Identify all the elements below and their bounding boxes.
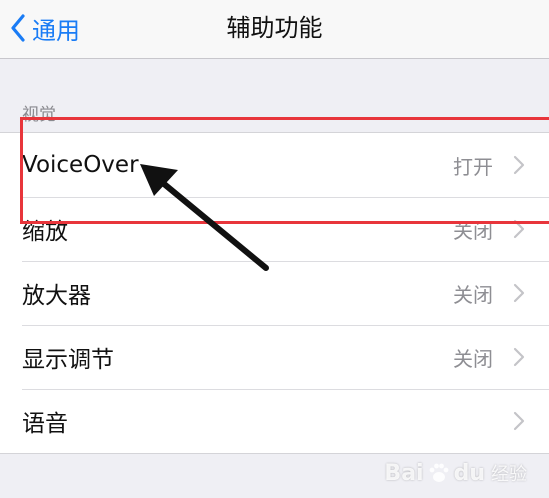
row-label: VoiceOver (22, 152, 139, 178)
section-header-vision: 视觉 (22, 105, 56, 125)
row-label: 放大器 (22, 283, 91, 309)
row-speech[interactable]: 语音 (0, 389, 549, 453)
paw-icon (429, 463, 448, 482)
row-label: 语音 (22, 411, 68, 437)
watermark-sub: 经验 (491, 464, 527, 485)
chevron-right-icon (513, 219, 525, 239)
watermark-brand: Bai (384, 460, 424, 486)
row-display-accommodations[interactable]: 显示调节 关闭 (0, 325, 549, 389)
navigation-bar: 通用 辅助功能 (0, 0, 549, 59)
row-voiceover[interactable]: VoiceOver 打开 (0, 133, 549, 197)
chevron-right-icon (513, 155, 525, 175)
watermark-brand-tail: du (453, 460, 485, 486)
row-value: 打开 (453, 154, 493, 179)
row-zoom[interactable]: 缩放 关闭 (0, 197, 549, 261)
row-label: 显示调节 (22, 347, 114, 373)
chevron-right-icon (513, 411, 525, 431)
row-value: 关闭 (453, 218, 493, 243)
row-value: 关闭 (453, 346, 493, 371)
page-title: 辅助功能 (226, 14, 323, 42)
chevron-right-icon (513, 283, 525, 303)
settings-list: VoiceOver 打开 缩放 关闭 放大器 关闭 显示调节 关闭 语音 (0, 132, 549, 454)
row-label: 缩放 (22, 219, 68, 245)
row-magnifier[interactable]: 放大器 关闭 (0, 261, 549, 325)
watermark: Bai du 经验 (384, 460, 527, 486)
chevron-right-icon (513, 347, 525, 367)
row-value: 关闭 (453, 282, 493, 307)
